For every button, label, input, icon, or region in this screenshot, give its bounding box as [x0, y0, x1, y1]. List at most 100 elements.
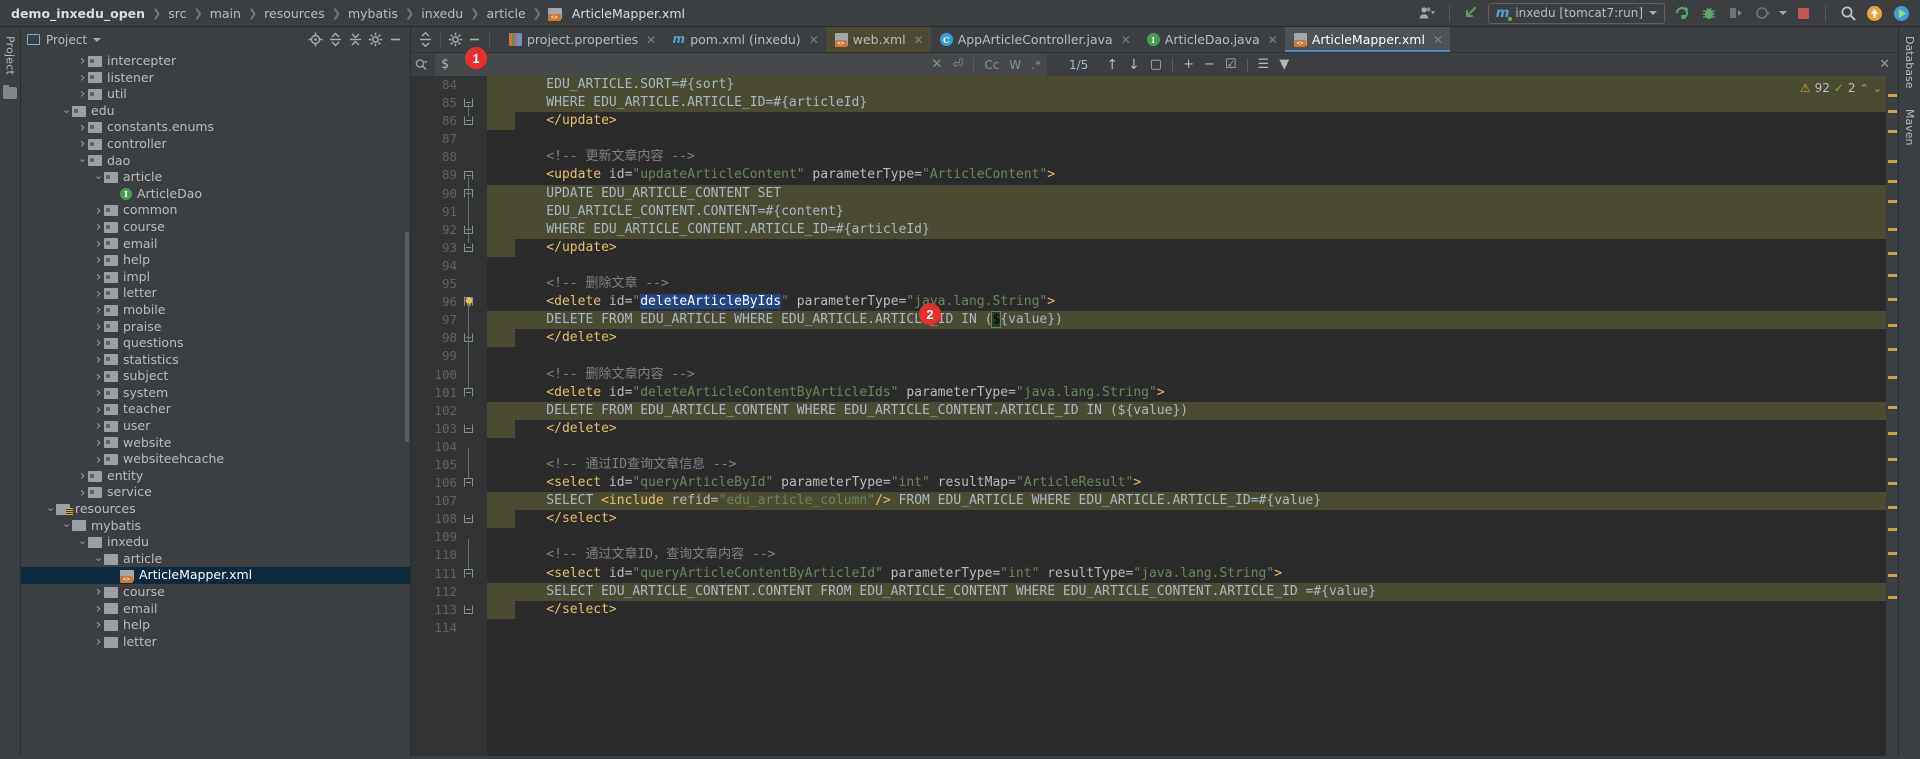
tree-item[interactable]: mybatis: [21, 518, 410, 535]
chevron-right-icon[interactable]: [93, 385, 104, 402]
tree-item[interactable]: user: [21, 418, 410, 435]
chevron-right-icon[interactable]: [77, 86, 88, 103]
error-stripe-mark[interactable]: [1888, 596, 1897, 599]
code-line[interactable]: <delete id="deleteArticleContentByArticl…: [487, 384, 1886, 402]
chevron-right-icon[interactable]: [93, 335, 104, 352]
chevron-down-icon[interactable]: [93, 169, 104, 186]
chevron-down-icon[interactable]: [77, 153, 88, 170]
code-line[interactable]: [487, 130, 1886, 148]
editor-gutter[interactable]: 84 85 86 87 88 89 90 91 92 93 94 95 96 97 98 99 100 101 10…: [411, 76, 487, 756]
chevron-down-icon[interactable]: [93, 37, 102, 42]
tree-item[interactable]: mobile: [21, 302, 410, 319]
close-tab-icon[interactable]: ✕: [646, 33, 656, 47]
code-line[interactable]: <!-- 删除文章 -->: [487, 275, 1886, 293]
chevron-up-icon[interactable]: ⌃: [1860, 82, 1869, 95]
tree-item[interactable]: inxedu: [21, 534, 410, 551]
expand-all-icon[interactable]: [327, 31, 344, 48]
profile-icon[interactable]: [1752, 3, 1773, 24]
error-stripe-mark[interactable]: [1888, 298, 1897, 301]
add-occurrence-icon[interactable]: +: [1183, 57, 1194, 72]
code-editor[interactable]: 84 85 86 87 88 89 90 91 92 93 94 95 96 97 98 99 100 101 10…: [411, 76, 1898, 756]
chevron-down-icon[interactable]: [61, 518, 72, 535]
tree-item[interactable]: article: [21, 169, 410, 186]
chevron-right-icon[interactable]: [77, 136, 88, 153]
chevron-right-icon[interactable]: [77, 119, 88, 136]
tree-item[interactable]: websiteehcache: [21, 451, 410, 468]
play-icon[interactable]: [1891, 3, 1912, 24]
chevron-right-icon[interactable]: [93, 418, 104, 435]
fold-column[interactable]: [463, 76, 475, 756]
chevron-right-icon[interactable]: [93, 252, 104, 269]
editor-tab[interactable]: ArticleMapper.xml ✕: [1284, 27, 1451, 52]
tree-item-selected[interactable]: ArticleMapper.xml: [21, 567, 410, 584]
find-input[interactable]: $ ✕ ⏎ Cc W .*: [435, 53, 1047, 76]
prev-match-icon[interactable]: ↑: [1106, 57, 1118, 73]
chevron-right-icon[interactable]: [93, 202, 104, 219]
search-everywhere-icon[interactable]: [1837, 3, 1858, 24]
code-line[interactable]: <select id="queryArticleContentByArticle…: [487, 565, 1886, 583]
project-tree[interactable]: intercepterlistenerutileduconstants.enum…: [21, 52, 410, 756]
gear-icon[interactable]: [367, 31, 384, 48]
update-icon[interactable]: [1864, 3, 1885, 24]
chevron-right-icon[interactable]: [93, 269, 104, 286]
code-line[interactable]: </delete>: [487, 329, 1886, 348]
tree-item[interactable]: course: [21, 584, 410, 601]
chevron-right-icon[interactable]: [93, 601, 104, 618]
chevron-right-icon[interactable]: [93, 352, 104, 369]
tree-item[interactable]: email: [21, 236, 410, 253]
code-line[interactable]: SELECT <include refid="edu_article_colum…: [487, 492, 1886, 511]
error-stripe-mark[interactable]: [1888, 180, 1897, 183]
code-line[interactable]: </update>: [487, 112, 1886, 131]
rail-maven-label[interactable]: Maven: [1903, 106, 1916, 148]
regex-option[interactable]: .*: [1031, 58, 1041, 72]
error-stripe-mark[interactable]: [1888, 552, 1897, 555]
breadcrumb-item[interactable]: demo_inxedu_open: [10, 6, 146, 21]
tree-item[interactable]: statistics: [21, 352, 410, 369]
tree-item[interactable]: util: [21, 86, 410, 103]
tree-item[interactable]: system: [21, 385, 410, 402]
rail-database-label[interactable]: Database: [1903, 33, 1916, 92]
coverage-icon[interactable]: [1725, 3, 1746, 24]
sort-tabs-icon[interactable]: [417, 31, 434, 48]
chevron-down-icon[interactable]: [93, 551, 104, 568]
tree-item[interactable]: impl: [21, 269, 410, 286]
error-stripe-column[interactable]: [1886, 76, 1898, 756]
error-stripe-mark[interactable]: [1888, 130, 1897, 133]
close-tab-icon[interactable]: ✕: [1268, 33, 1278, 47]
chevron-right-icon[interactable]: [77, 53, 88, 70]
chevron-down-icon[interactable]: [1779, 11, 1787, 15]
fold-marker[interactable]: [464, 514, 473, 524]
editor-tab[interactable]: I ArticleDao.java ✕: [1138, 27, 1285, 52]
tree-item[interactable]: service: [21, 484, 410, 501]
search-dropdown-icon[interactable]: [415, 56, 429, 73]
breadcrumb-item[interactable]: main: [209, 6, 242, 21]
error-stripe-mark[interactable]: [1888, 228, 1897, 231]
code-line[interactable]: WHERE EDU_ARTICLE.ARTICLE_ID=#{articleId…: [487, 94, 1886, 113]
gear-icon[interactable]: [447, 31, 464, 48]
chevron-right-icon[interactable]: [77, 70, 88, 87]
find-clear-icon[interactable]: ✕: [932, 57, 943, 72]
run-configuration-selector[interactable]: m inxedu [tomcat7:run]: [1487, 2, 1665, 24]
code-line[interactable]: [487, 438, 1886, 456]
intention-bulb-icon[interactable]: [463, 296, 475, 308]
code-line[interactable]: [487, 619, 1886, 637]
filter-lines-icon[interactable]: ☰: [1258, 57, 1270, 72]
chevron-right-icon[interactable]: [93, 368, 104, 385]
fold-marker[interactable]: [464, 478, 473, 488]
fold-marker[interactable]: [464, 568, 473, 578]
error-stripe-mark[interactable]: [1888, 432, 1897, 435]
code-line[interactable]: <delete id="deleteArticleByIds" paramete…: [487, 293, 1886, 311]
code-line[interactable]: [487, 528, 1886, 546]
breadcrumb-item[interactable]: resources: [263, 6, 326, 21]
breadcrumb-file[interactable]: ArticleMapper.xml: [547, 6, 685, 21]
code-line[interactable]: DELETE FROM EDU_ARTICLE_CONTENT WHERE ED…: [487, 401, 1886, 420]
code-line[interactable]: </select>: [487, 510, 1886, 529]
tree-item[interactable]: website: [21, 435, 410, 452]
code-line[interactable]: EDU_ARTICLE.SORT=#{sort}: [487, 76, 1886, 95]
hide-panel-icon[interactable]: [387, 31, 404, 48]
debug-icon[interactable]: [1698, 3, 1719, 24]
tree-item[interactable]: resources: [21, 501, 410, 518]
error-stripe-mark[interactable]: [1888, 506, 1897, 509]
hide-editor-icon[interactable]: [466, 31, 483, 48]
chevron-right-icon[interactable]: [93, 319, 104, 336]
